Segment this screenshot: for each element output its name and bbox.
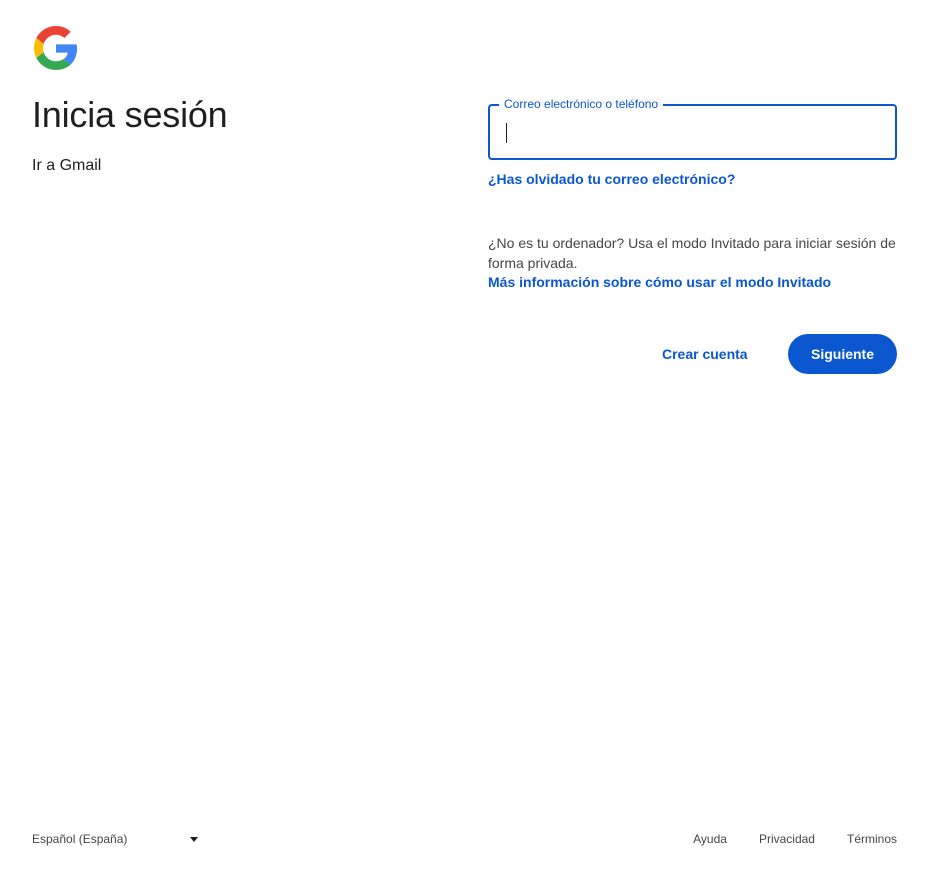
- guest-mode-text: ¿No es tu ordenador? Usa el modo Invitad…: [488, 235, 896, 271]
- forgot-email-link[interactable]: ¿Has olvidado tu correo electrónico?: [488, 171, 735, 187]
- next-button[interactable]: Siguiente: [788, 334, 897, 374]
- sign-in-page: Inicia sesión Ir a Gmail Correo electrón…: [0, 0, 929, 873]
- create-account-button[interactable]: Crear cuenta: [648, 334, 762, 374]
- terms-link[interactable]: Términos: [847, 832, 897, 846]
- footer-links: Ayuda Privacidad Términos: [693, 832, 897, 846]
- page-title: Inicia sesión: [32, 94, 228, 135]
- language-label: Español (España): [32, 832, 128, 846]
- dropdown-arrow-icon: [190, 836, 198, 842]
- guest-mode-link[interactable]: Más información sobre cómo usar el modo …: [488, 274, 831, 290]
- language-selector[interactable]: Español (España): [32, 832, 198, 846]
- email-field[interactable]: Correo electrónico o teléfono: [488, 97, 897, 160]
- google-logo-icon: [34, 26, 78, 70]
- email-input[interactable]: [490, 106, 895, 158]
- privacy-link[interactable]: Privacidad: [759, 832, 815, 846]
- footer: Español (España) Ayuda Privacidad Términ…: [0, 830, 929, 852]
- help-link[interactable]: Ayuda: [693, 832, 727, 846]
- page-subtitle: Ir a Gmail: [32, 157, 102, 174]
- text-cursor: [506, 123, 507, 143]
